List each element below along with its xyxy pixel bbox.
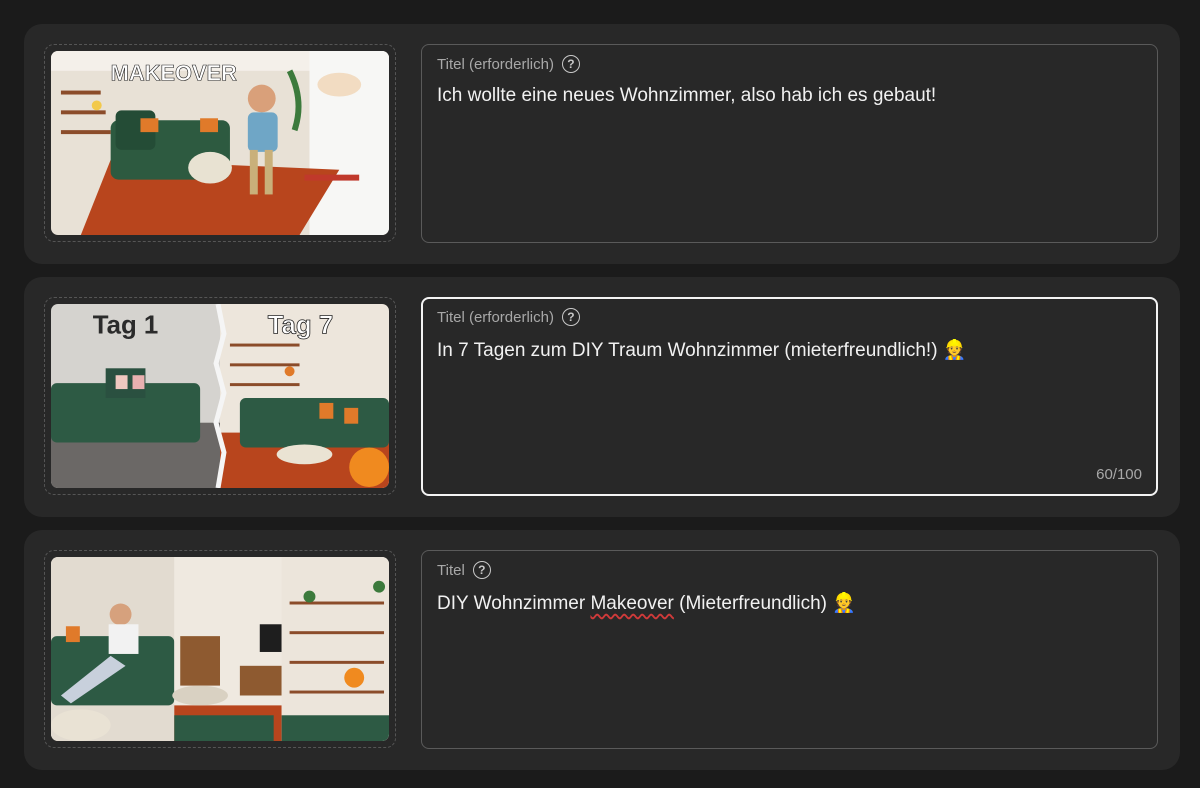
video-card-3: Titel ? DIY Wohnzimmer Makeover (Mieterf… xyxy=(24,530,1180,770)
thumbnail-frame[interactable] xyxy=(44,550,396,748)
thumbnail-frame[interactable]: Tag 1 Tag 7 xyxy=(44,297,396,495)
title-label: Titel ? xyxy=(437,561,491,579)
thumbnail-image: MAKEOVER xyxy=(51,51,389,235)
title-field[interactable]: Titel ? DIY Wohnzimmer Makeover (Mieterf… xyxy=(421,550,1158,749)
title-label-text: Titel xyxy=(437,561,465,579)
thumbnail-image xyxy=(51,557,389,741)
video-thumbnail[interactable] xyxy=(51,557,389,741)
video-card-2: Tag 1 Tag 7 Titel (erforderlich) ? In 7 … xyxy=(24,277,1180,517)
title-field[interactable]: Titel (erforderlich) ? In 7 Tagen zum DI… xyxy=(421,297,1158,496)
thumbnail-overlay-right: Tag 7 xyxy=(268,312,334,340)
help-circle-icon[interactable]: ? xyxy=(561,55,580,73)
thumbnail-overlay-text: MAKEOVER xyxy=(111,61,238,86)
thumbnail-overlay-left: Tag 1 xyxy=(93,312,159,340)
video-thumbnail[interactable]: Tag 1 Tag 7 xyxy=(51,304,389,488)
title-text-prefix: DIY Wohnzimmer xyxy=(437,593,591,614)
title-label-text: Titel (erforderlich) xyxy=(437,308,554,326)
title-field[interactable]: Titel (erforderlich) ? Ich wollte eine n… xyxy=(421,44,1158,243)
title-input[interactable]: In 7 Tagen zum DIY Traum Wohnzimmer (mie… xyxy=(437,338,1136,362)
thumbnail-image: Tag 1 Tag 7 xyxy=(51,304,389,488)
title-label: Titel (erforderlich) ? xyxy=(437,308,580,326)
help-circle-icon[interactable]: ? xyxy=(561,308,580,326)
thumbnail-frame[interactable]: MAKEOVER xyxy=(44,44,396,242)
title-label-text: Titel (erforderlich) xyxy=(437,55,554,73)
spellcheck-word[interactable]: Makeover xyxy=(590,593,673,614)
video-card-1: MAKEOVER Titel (erforderlich) ? Ich woll… xyxy=(24,24,1180,264)
title-input[interactable]: DIY Wohnzimmer Makeover (Mieterfreundlic… xyxy=(437,591,1137,615)
title-text-suffix: (Mieterfreundlich) 👷 xyxy=(673,593,856,614)
title-label: Titel (erforderlich) ? xyxy=(437,55,580,73)
video-thumbnail[interactable]: MAKEOVER xyxy=(51,51,389,235)
character-counter: 60/100 xyxy=(1096,466,1142,483)
help-circle-icon[interactable]: ? xyxy=(472,561,491,579)
title-input[interactable]: Ich wollte eine neues Wohnzimmer, also h… xyxy=(437,85,1137,107)
